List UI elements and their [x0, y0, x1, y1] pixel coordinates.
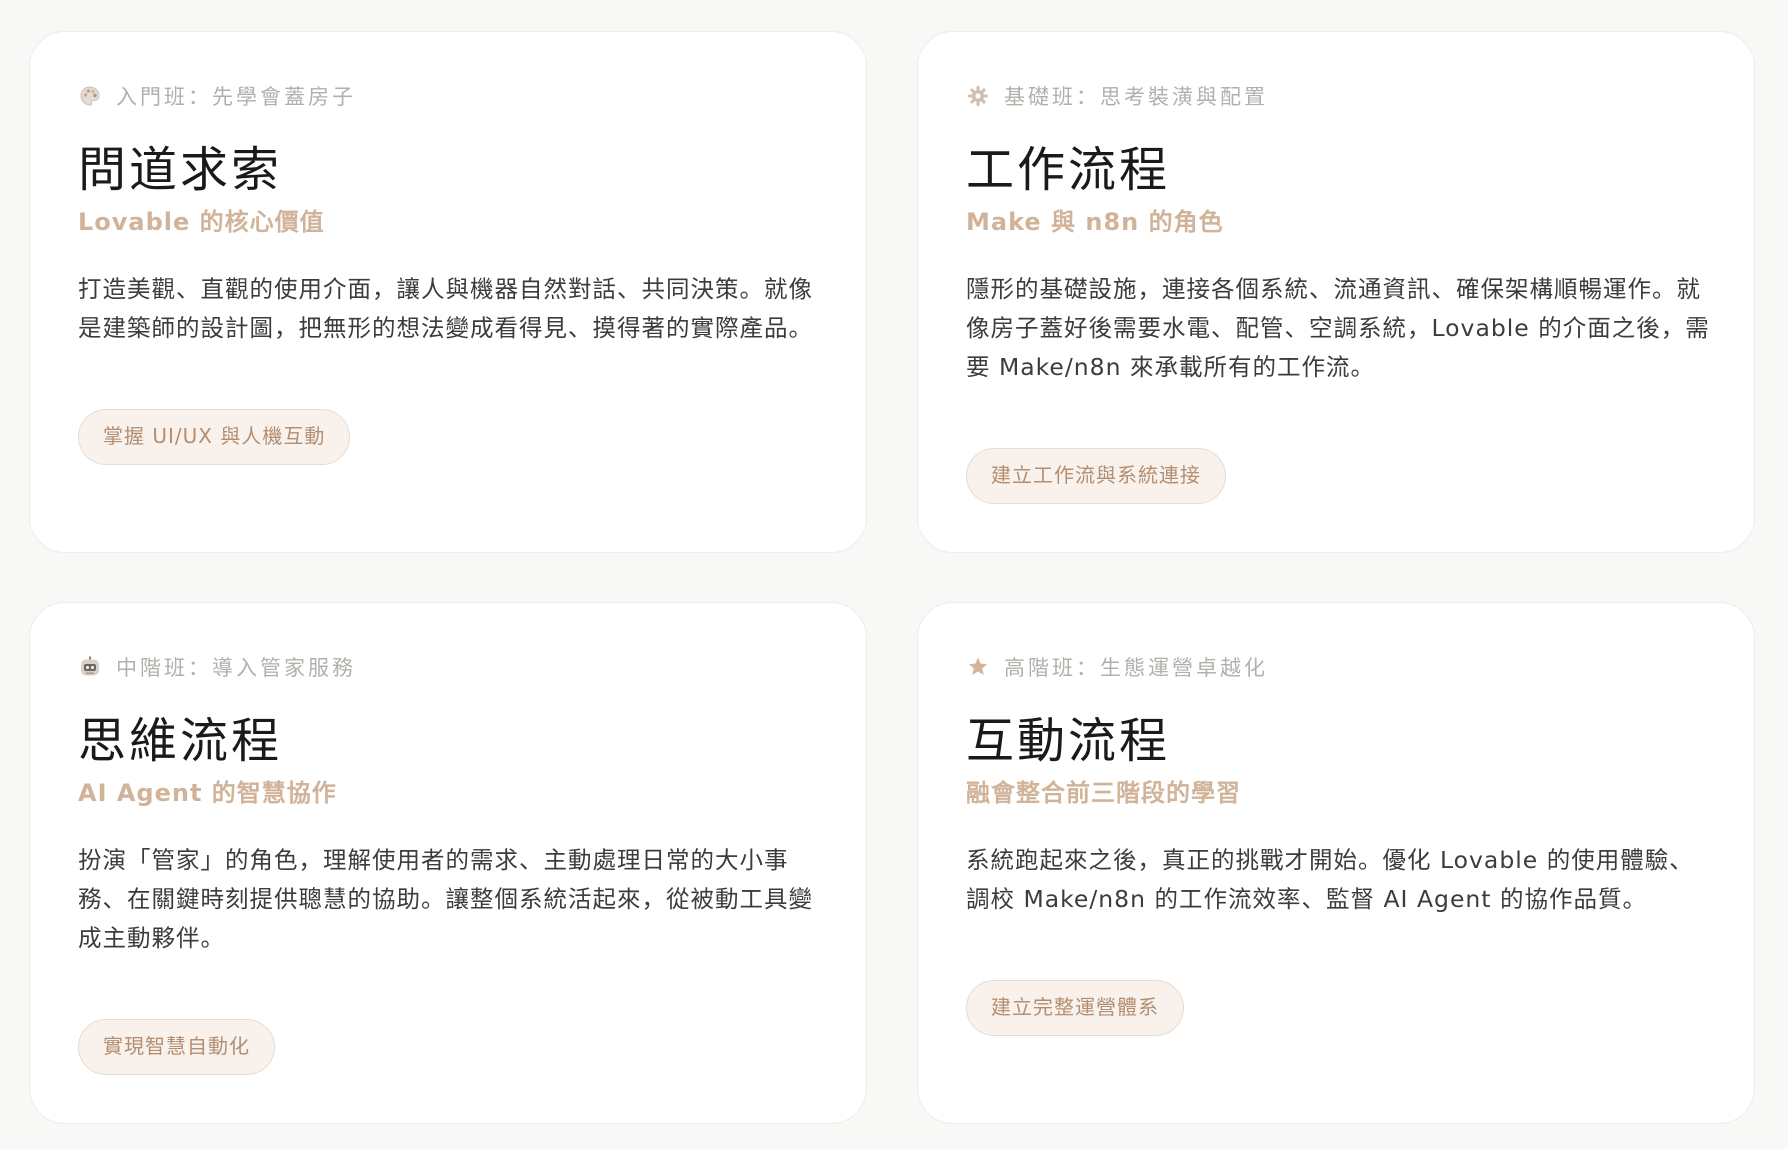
- course-subtitle: Lovable 的核心價值: [78, 208, 325, 236]
- course-level-text: 高階班：生態運營卓越化: [1004, 656, 1268, 680]
- course-tag-button[interactable]: 實現智慧自動化: [78, 1019, 275, 1075]
- course-card-basic: 基礎班：思考裝潢與配置 工作流程 Make 與 n8n 的角色 隱形的基礎設施，…: [917, 31, 1755, 553]
- course-subtitle: Make 與 n8n 的角色: [966, 208, 1224, 236]
- course-level: 基礎班：思考裝潢與配置: [966, 81, 1268, 111]
- course-description: 系統跑起來之後，真正的挑戰才開始。優化 Lovable 的使用體驗、調校 Mak…: [966, 846, 1694, 913]
- star-icon: [966, 655, 990, 679]
- course-level: 高階班：生態運營卓越化: [966, 652, 1268, 682]
- course-level-text: 基礎班：思考裝潢與配置: [1004, 85, 1268, 109]
- robot-icon: [78, 655, 102, 679]
- course-card-beginner: 入門班：先學會蓋房子 問道求索 Lovable 的核心價值 打造美觀、直觀的使用…: [29, 31, 867, 553]
- course-tag-button[interactable]: 建立完整運營體系: [966, 980, 1184, 1036]
- course-grid: 入門班：先學會蓋房子 問道求索 Lovable 的核心價值 打造美觀、直觀的使用…: [0, 0, 1788, 1149]
- course-card-intermediate: 中階班：導入管家服務 思維流程 AI Agent 的智慧協作 扮演「管家」的角色…: [29, 602, 867, 1124]
- course-title: 工作流程: [966, 142, 1171, 198]
- course-level: 中階班：導入管家服務: [78, 652, 356, 682]
- course-level-text: 中階班：導入管家服務: [116, 656, 356, 680]
- course-description: 隱形的基礎設施，連接各個系統、流通資訊、確保架構順暢運作。就像房子蓋好後需要水電…: [966, 275, 1710, 381]
- course-tag-button[interactable]: 建立工作流與系統連接: [966, 448, 1226, 504]
- course-subtitle: 融會整合前三階段的學習: [966, 779, 1241, 807]
- course-tag-button[interactable]: 掌握 UI/UX 與人機互動: [78, 409, 351, 465]
- palette-icon: [78, 84, 102, 108]
- course-title: 思維流程: [78, 713, 283, 769]
- course-subtitle: AI Agent 的智慧協作: [78, 779, 337, 807]
- course-title: 互動流程: [966, 713, 1171, 769]
- course-card-advanced: 高階班：生態運營卓越化 互動流程 融會整合前三階段的學習 系統跑起來之後，真正的…: [917, 602, 1755, 1124]
- course-description: 打造美觀、直觀的使用介面，讓人與機器自然對話、共同決策。就像是建築師的設計圖，把…: [78, 275, 813, 342]
- course-level-text: 入門班：先學會蓋房子: [116, 85, 356, 109]
- gear-icon: [966, 84, 990, 108]
- course-title: 問道求索: [78, 142, 283, 198]
- course-description: 扮演「管家」的角色，理解使用者的需求、主動處理日常的大小事務、在關鍵時刻提供聰慧…: [78, 846, 813, 952]
- course-level: 入門班：先學會蓋房子: [78, 81, 356, 111]
